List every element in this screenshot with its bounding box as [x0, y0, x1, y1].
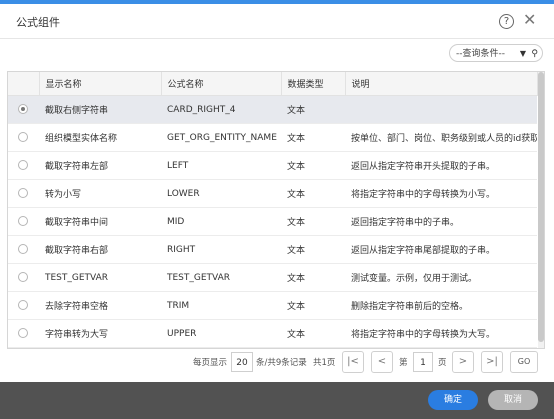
prev-page-button[interactable]: < — [371, 351, 393, 373]
display-name-cell: 转为小写 — [39, 179, 161, 208]
row-select-cell — [8, 207, 39, 236]
display-name-cell: 截取字符串中间 — [39, 207, 161, 236]
first-page-button[interactable]: |< — [342, 351, 364, 373]
display-name-cell: 截取字符串右部 — [39, 235, 161, 264]
data-type-cell: 文本 — [281, 263, 345, 292]
header-select — [8, 72, 40, 96]
header-description[interactable]: 说明 — [345, 72, 538, 96]
formula-name-cell: RIGHT — [161, 235, 281, 264]
current-page-input[interactable]: 1 — [413, 352, 433, 372]
row-radio[interactable] — [18, 188, 28, 199]
table-row[interactable]: 截取字符串中间 MID 文本 返回指定字符串中的子串。 — [8, 207, 537, 236]
table-header-row: 显示名称 公式名称 数据类型 说明 — [8, 72, 538, 96]
data-type-cell: 文本 — [281, 151, 345, 180]
header-display-name[interactable]: 显示名称 — [39, 72, 162, 96]
description-cell: 删除指定字符串前后的空格。 — [345, 291, 537, 320]
row-radio[interactable] — [18, 328, 28, 339]
row-radio[interactable] — [18, 300, 28, 311]
description-cell: 测试变量。示例，仅用于测试。 — [345, 263, 537, 292]
formula-name-cell: GET_ORG_ENTITY_NAME — [161, 123, 281, 152]
description-cell: 按单位、部门、岗位、职务级别或人员的id获取实... — [345, 123, 537, 152]
row-select-cell — [8, 151, 39, 180]
formula-name-cell: LEFT — [161, 151, 281, 180]
description-cell — [345, 95, 537, 124]
formula-table: 显示名称 公式名称 数据类型 说明 截取右侧字符串 CARD_RIGHT_4 文本组… — [8, 72, 538, 348]
table-row[interactable]: 转为小写 LOWER 文本 将指定字符串中的字母转换为小写。 — [8, 179, 537, 208]
per-page-label: 每页显示 — [193, 358, 228, 368]
row-select-cell — [8, 123, 39, 152]
table-row[interactable]: 截取字符串左部 LEFT 文本 返回从指定字符串开头提取的子串。 — [8, 151, 537, 180]
total-records-label: 条/共9条记录 — [256, 358, 307, 368]
total-pages-label: 共1页 — [313, 358, 336, 368]
description-cell: 返回从指定字符串尾部提取的子串。 — [345, 235, 537, 264]
formula-name-cell: TRIM — [161, 291, 281, 320]
ok-button[interactable]: 确定 — [428, 390, 478, 410]
query-condition-dropdown[interactable]: --查询条件-- ▼ ⚲ — [449, 44, 543, 62]
display-name-cell: 截取右侧字符串 — [39, 95, 161, 124]
header-divider — [0, 38, 554, 39]
display-name-cell: 去除字符串空格 — [39, 291, 161, 320]
page-suffix-label: 页 — [438, 358, 447, 368]
data-type-cell: 文本 — [281, 207, 345, 236]
description-cell: 返回指定字符串中的子串。 — [345, 207, 537, 236]
next-page-button[interactable]: > — [452, 351, 474, 373]
display-name-cell: TEST_GETVAR — [39, 263, 161, 292]
display-name-cell: 组织模型实体名称 — [39, 123, 161, 152]
data-type-cell: 文本 — [281, 179, 345, 208]
row-select-cell — [8, 319, 39, 348]
data-type-cell: 文本 — [281, 319, 345, 348]
data-type-cell: 文本 — [281, 291, 345, 320]
display-name-cell: 截取字符串左部 — [39, 151, 161, 180]
description-cell: 返回从指定字符串开头提取的子串。 — [345, 151, 537, 180]
header-formula-name[interactable]: 公式名称 — [161, 72, 282, 96]
data-type-cell: 文本 — [281, 235, 345, 264]
row-select-cell — [8, 291, 39, 320]
formula-name-cell: MID — [161, 207, 281, 236]
table-row[interactable]: 字符串转为大写 UPPER 文本 将指定字符串中的字母转换为大写。 — [8, 319, 537, 348]
description-cell: 将指定字符串中的字母转换为小写。 — [345, 179, 537, 208]
go-button[interactable]: GO — [510, 351, 538, 373]
display-name-cell: 字符串转为大写 — [39, 319, 161, 348]
table-row[interactable]: 组织模型实体名称 GET_ORG_ENTITY_NAME 文本 按单位、部门、岗位、职… — [8, 123, 537, 152]
formula-name-cell: LOWER — [161, 179, 281, 208]
last-page-button[interactable]: >| — [481, 351, 503, 373]
close-icon[interactable]: ✕ — [523, 12, 536, 28]
row-select-cell — [8, 263, 39, 292]
search-icon[interactable]: ⚲ — [531, 45, 538, 63]
page-prefix-label: 第 — [399, 358, 408, 368]
row-radio[interactable] — [18, 272, 28, 283]
window-top-bar — [0, 0, 554, 4]
formula-name-cell: UPPER — [161, 319, 281, 348]
row-radio[interactable] — [18, 160, 28, 171]
dialog-title: 公式组件 — [16, 16, 60, 29]
query-condition-label: --查询条件-- — [456, 49, 505, 59]
row-radio[interactable] — [18, 216, 28, 227]
dropdown-triangle-icon: ▼ — [519, 49, 526, 58]
description-cell: 将指定字符串中的字母转换为大写。 — [345, 319, 537, 348]
help-icon[interactable]: ? — [499, 14, 514, 29]
data-type-cell: 文本 — [281, 95, 345, 124]
row-radio[interactable] — [18, 104, 28, 115]
row-radio[interactable] — [18, 244, 28, 255]
cancel-button[interactable]: 取消 — [488, 390, 538, 410]
formula-name-cell: CARD_RIGHT_4 — [161, 95, 281, 124]
row-radio[interactable] — [18, 132, 28, 143]
formula-name-cell: TEST_GETVAR — [161, 263, 281, 292]
per-page-input[interactable]: 20 — [231, 352, 253, 372]
row-select-cell — [8, 235, 39, 264]
table-row[interactable]: TEST_GETVAR TEST_GETVAR 文本 测试变量。示例，仅用于测试。 — [8, 263, 537, 292]
scrollbar-thumb[interactable] — [538, 72, 544, 342]
table-row[interactable]: 去除字符串空格 TRIM 文本 删除指定字符串前后的空格。 — [8, 291, 537, 320]
table-row[interactable]: 截取字符串右部 RIGHT 文本 返回从指定字符串尾部提取的子串。 — [8, 235, 537, 264]
table-row[interactable]: 截取右侧字符串 CARD_RIGHT_4 文本 — [8, 95, 537, 124]
row-select-cell — [8, 179, 39, 208]
data-type-cell: 文本 — [281, 123, 345, 152]
table-scrollbar[interactable] — [538, 72, 544, 348]
row-select-cell — [8, 95, 39, 124]
header-data-type[interactable]: 数据类型 — [281, 72, 346, 96]
